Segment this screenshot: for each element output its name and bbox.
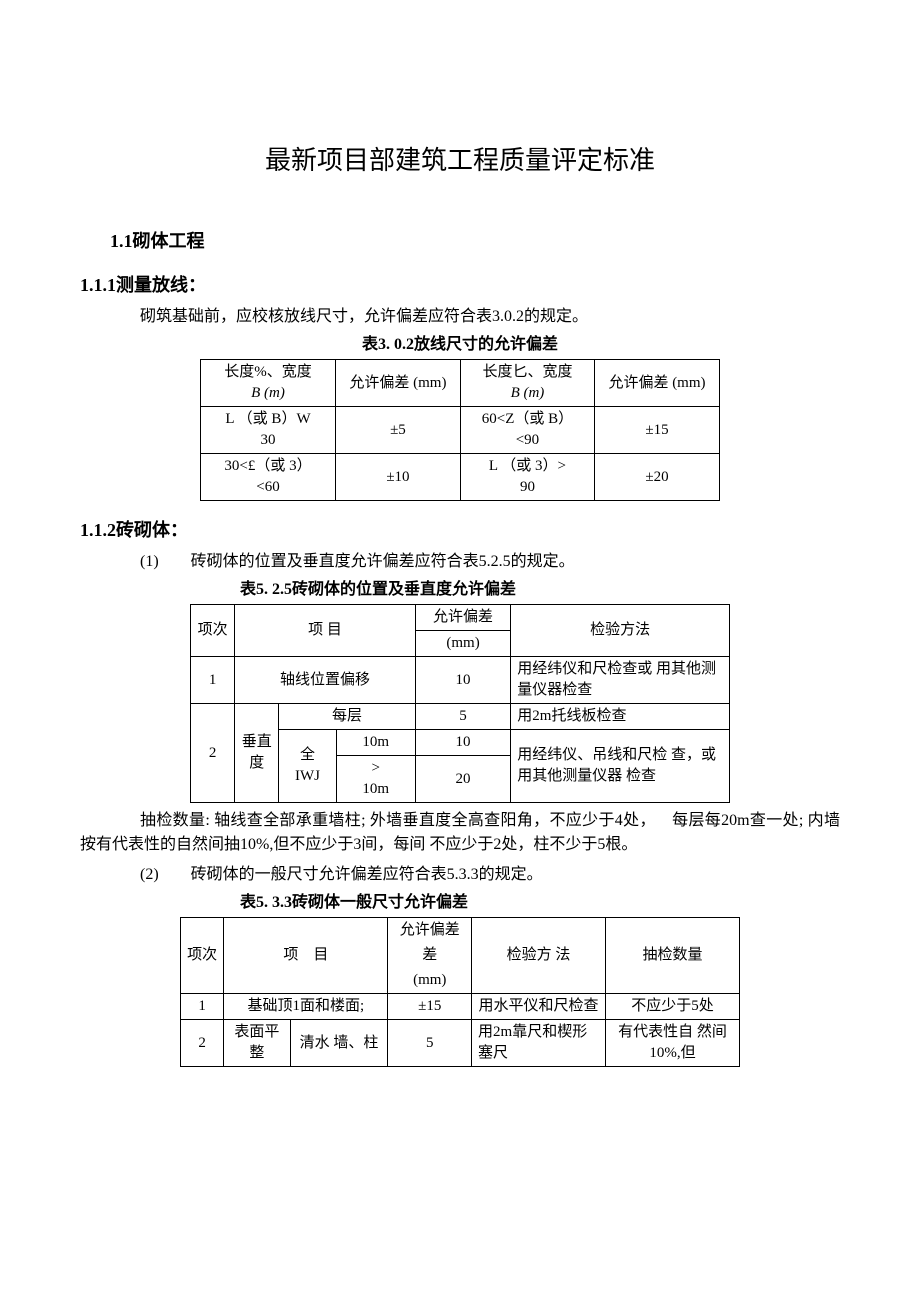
section-1-1-1-text: 砌筑基础前，应校核放线尺寸，允许偏差应符合表3.0.2的规定。 bbox=[140, 305, 840, 329]
table-2: 项次 项 目 允许偏差 检验方法 (mm) 1 轴线位置偏移 10 用经纬仪和尺… bbox=[190, 604, 730, 803]
table-cell: 抽检数量 bbox=[606, 918, 740, 994]
table1-caption: 表3. 0.2放线尺寸的允许偏差 bbox=[80, 333, 840, 357]
table-cell: 清水 墙、柱 bbox=[290, 1020, 388, 1067]
table-cell: 60<Z（或 B） <90 bbox=[460, 407, 594, 454]
table-cell: L （或 B）W 30 bbox=[201, 407, 336, 454]
table-cell: 有代表性自 然间10%,但 bbox=[606, 1020, 740, 1067]
table-cell: 全 IWJ bbox=[279, 730, 336, 803]
table-cell: 1 bbox=[191, 657, 235, 704]
table-3: 项次 项 目 允许偏差 检验方 法 抽检数量 差 (mm) 1 基础顶1面和楼面… bbox=[180, 917, 740, 1067]
section-1-1: 1.1砌体工程 bbox=[110, 227, 840, 253]
table-cell: 基础顶1面和楼面; bbox=[224, 994, 388, 1020]
table-cell: L （或 3）> 90 bbox=[460, 454, 594, 501]
table3-caption: 表5. 3.3砖砌体一般尺寸允许偏差 bbox=[240, 891, 840, 915]
table-cell: 10 bbox=[415, 730, 510, 756]
table-cell: 10 bbox=[415, 657, 510, 704]
table-cell: 允许偏差 bbox=[415, 605, 510, 631]
table-cell: 轴线位置偏移 bbox=[235, 657, 416, 704]
table-cell: 2 bbox=[181, 1020, 224, 1067]
table-cell: 用水平仪和尺检查 bbox=[472, 994, 606, 1020]
table-row: 长度%、宽度 B (m) 允许偏差 (mm) 长度匕、宽度 B (m) 允许偏差… bbox=[201, 360, 720, 407]
table-cell: ±10 bbox=[335, 454, 460, 501]
document-page: 最新项目部建筑工程质量评定标准 1.1砌体工程 1.1.1测量放线： 砌筑基础前… bbox=[0, 0, 920, 1127]
table-row: 1 轴线位置偏移 10 用经纬仪和尺检查或 用其他测量仪器检查 bbox=[191, 657, 730, 704]
section-1-2-item1: (1) 砖砌体的位置及垂直度允许偏差应符合表5.2.5的规定。 bbox=[140, 550, 840, 574]
table-cell: ±20 bbox=[594, 454, 719, 501]
table-cell: 5 bbox=[415, 704, 510, 730]
table-cell: 允许偏差 (mm) bbox=[594, 360, 719, 407]
table2-caption: 表5. 2.5砖砌体的位置及垂直度允许偏差 bbox=[240, 578, 840, 602]
table-cell: > 10m bbox=[336, 756, 415, 803]
table-cell: 长度%、宽度 B (m) bbox=[201, 360, 336, 407]
table-cell: 用经纬仪和尺检查或 用其他测量仪器检查 bbox=[511, 657, 730, 704]
table-cell: (mm) bbox=[415, 631, 510, 657]
section-1-2-item2: (2) 砖砌体的一般尺寸允许偏差应符合表5.3.3的规定。 bbox=[140, 863, 840, 887]
table-cell: 项 目 bbox=[224, 918, 388, 994]
document-title: 最新项目部建筑工程质量评定标准 bbox=[80, 140, 840, 177]
table-row: L （或 B）W 30 ±5 60<Z（或 B） <90 ±15 bbox=[201, 407, 720, 454]
table-row: 2 垂直度 每层 5 用2m托线板检查 bbox=[191, 704, 730, 730]
table-cell: ±5 bbox=[335, 407, 460, 454]
table-cell: 20 bbox=[415, 756, 510, 803]
section-1-1-2: 1.1.2砖砌体： bbox=[80, 516, 840, 542]
table-cell: 长度匕、宽度 B (m) bbox=[460, 360, 594, 407]
table-cell: 差 bbox=[388, 943, 472, 968]
table-row: 项次 项 目 允许偏差 检验方 法 抽检数量 bbox=[181, 918, 740, 944]
table-row: 30<£（或 3） <60 ±10 L （或 3）> 90 ±20 bbox=[201, 454, 720, 501]
table-cell: 项 目 bbox=[235, 605, 416, 657]
table-row: 2 表面平整 清水 墙、柱 5 用2m靠尺和楔形塞尺 有代表性自 然间10%,但 bbox=[181, 1020, 740, 1067]
table-cell: 检验方 法 bbox=[472, 918, 606, 994]
table-cell: 检验方法 bbox=[511, 605, 730, 657]
table-cell: 10m bbox=[336, 730, 415, 756]
table-cell: 每层 bbox=[279, 704, 416, 730]
table-cell: 表面平整 bbox=[224, 1020, 290, 1067]
table-cell: 用2m靠尺和楔形塞尺 bbox=[472, 1020, 606, 1067]
table-cell: ±15 bbox=[594, 407, 719, 454]
table-cell: 5 bbox=[388, 1020, 472, 1067]
table-cell: 1 bbox=[181, 994, 224, 1020]
table-cell: ±15 bbox=[388, 994, 472, 1020]
section-1-1-1: 1.1.1测量放线： bbox=[80, 271, 840, 297]
table-cell: 30<£（或 3） <60 bbox=[201, 454, 336, 501]
table-cell: (mm) bbox=[388, 968, 472, 994]
table-cell: 允许偏差 bbox=[388, 918, 472, 944]
table-cell: 不应少于5处 bbox=[606, 994, 740, 1020]
table-cell: 项次 bbox=[191, 605, 235, 657]
table-cell: 允许偏差 (mm) bbox=[335, 360, 460, 407]
table-cell: 垂直度 bbox=[235, 704, 279, 803]
table-cell: 用经纬仪、吊线和尺检 查，或用其他测量仪器 检查 bbox=[511, 730, 730, 803]
table2-note: 抽检数量: 轴线查全部承重墙柱; 外墙垂直度全高查阳角，不应少于4处， 每层每2… bbox=[80, 809, 840, 857]
table-1: 长度%、宽度 B (m) 允许偏差 (mm) 长度匕、宽度 B (m) 允许偏差… bbox=[200, 359, 720, 501]
table-cell: 用2m托线板检查 bbox=[511, 704, 730, 730]
table-row: 项次 项 目 允许偏差 检验方法 bbox=[191, 605, 730, 631]
table-row: 1 基础顶1面和楼面; ±15 用水平仪和尺检查 不应少于5处 bbox=[181, 994, 740, 1020]
table-cell: 项次 bbox=[181, 918, 224, 994]
table-cell: 2 bbox=[191, 704, 235, 803]
